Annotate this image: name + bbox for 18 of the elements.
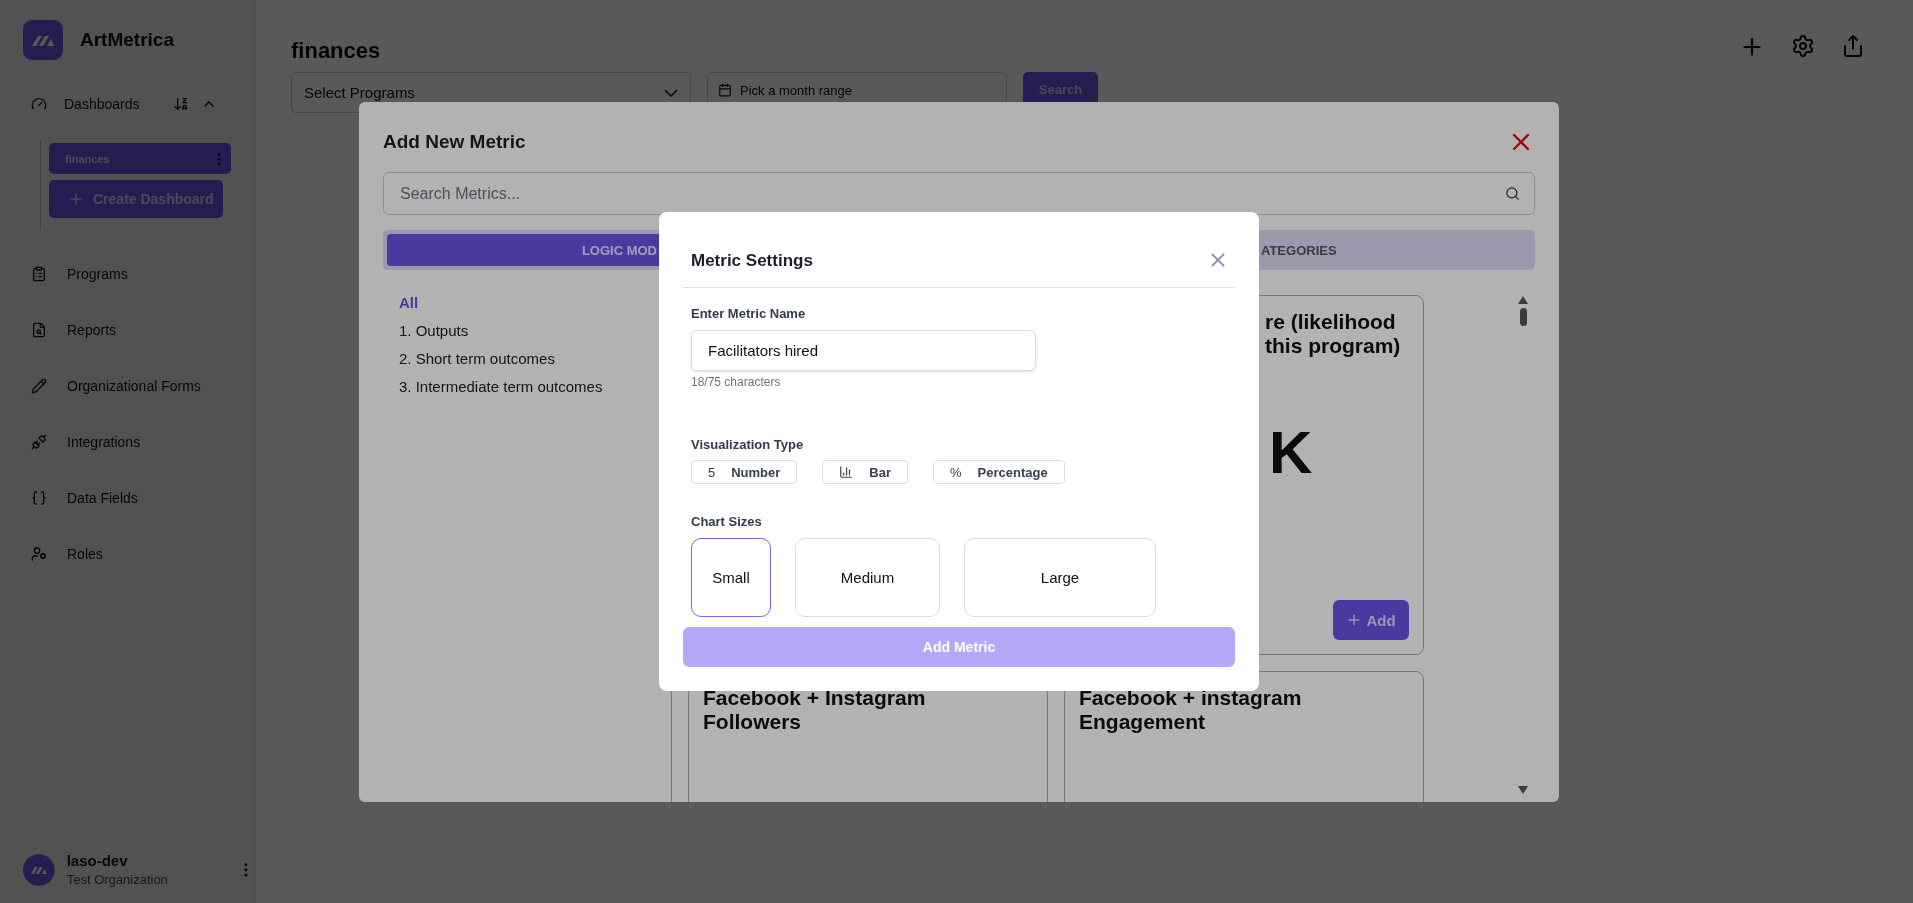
card-title: this program) — [1264, 334, 1402, 358]
organization-name: Test Organization — [66, 872, 169, 887]
dashboards-label: Dashboards — [64, 96, 141, 112]
field-label: Chart Sizes — [691, 514, 763, 529]
dialog-title: Metric Settings — [691, 251, 813, 271]
page-title: finances — [291, 38, 381, 64]
metric-value: K — [1268, 418, 1314, 487]
card-title: re (likelihood — [1264, 310, 1397, 334]
card-title: Engagement — [1079, 710, 1207, 734]
character-count: 18/75 characters — [691, 375, 782, 389]
field-label: Enter Metric Name — [691, 306, 807, 321]
card-title: Facebook + Instagram — [703, 686, 927, 710]
brand-name: ArtMetrica — [80, 29, 174, 51]
modal-title: Add New Metric — [383, 131, 526, 153]
user-name: laso-dev — [66, 852, 129, 869]
field-label: Visualization Type — [691, 437, 805, 452]
card-title: Followers — [703, 710, 803, 734]
card-title: Facebook + instagram — [1079, 686, 1303, 710]
